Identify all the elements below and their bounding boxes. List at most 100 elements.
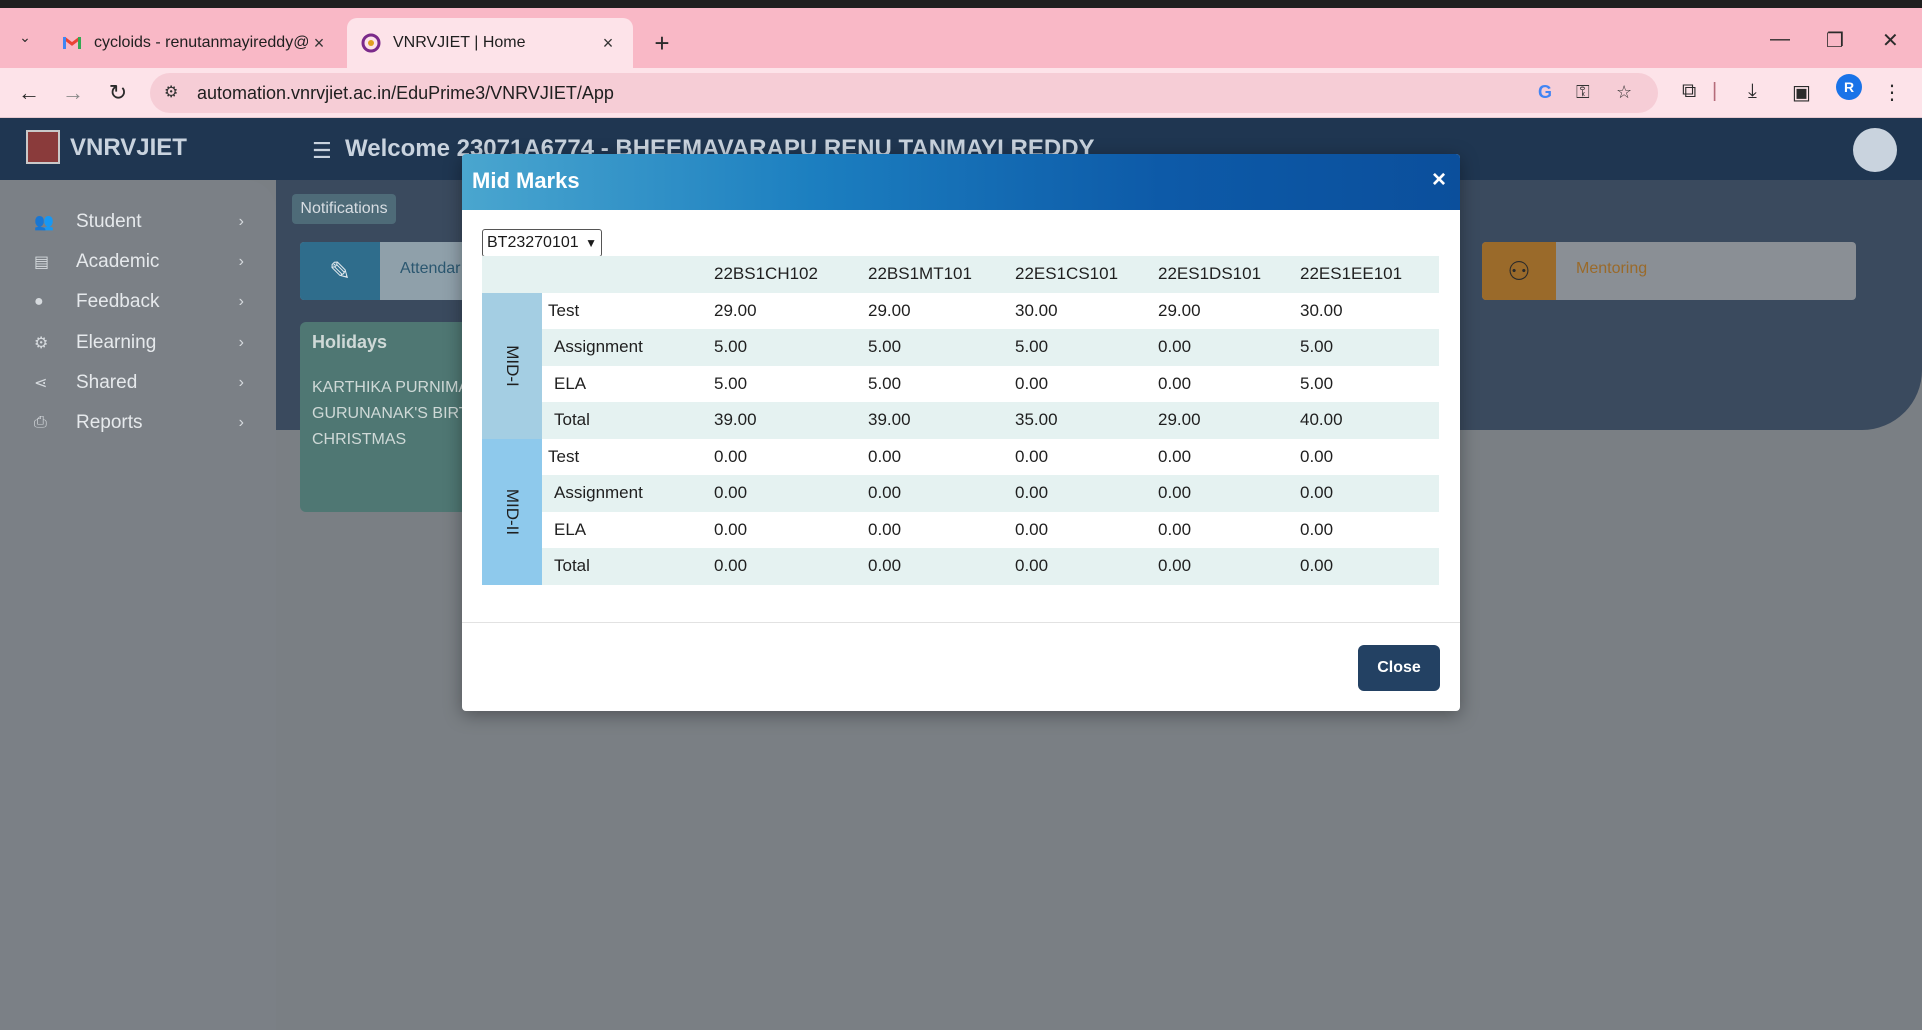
vnrvjiet-favicon-icon bbox=[361, 33, 381, 53]
holiday-item: CHRISTMAS bbox=[312, 431, 407, 448]
mentoring-card[interactable]: ⚇ Mentoring bbox=[1482, 242, 1856, 300]
forward-icon[interactable]: → bbox=[58, 78, 88, 108]
tab-gmail[interactable]: cycloids - renutanmayireddy@ × bbox=[48, 18, 344, 68]
group-name: MID-I bbox=[502, 344, 522, 387]
toolbar-separator: | bbox=[1712, 80, 1718, 102]
column-header: 22BS1CH102 bbox=[708, 256, 862, 293]
new-tab-button[interactable]: + bbox=[645, 26, 679, 60]
row-label: Test bbox=[548, 446, 580, 466]
mark-cell: 0.00 bbox=[868, 519, 902, 539]
mark-cell: 35.00 bbox=[1009, 402, 1152, 439]
mark-cell: 0.00 bbox=[708, 548, 862, 585]
college-logo bbox=[26, 130, 60, 164]
mark-cell: 29.00 bbox=[1152, 402, 1294, 439]
mark-cell: 0.00 bbox=[1158, 373, 1192, 393]
cogs-icon: ⚙ bbox=[34, 335, 49, 352]
mark-cell: 39.00 bbox=[708, 402, 862, 439]
bookmark-star-icon[interactable]: ☆ bbox=[1616, 82, 1632, 103]
password-key-icon[interactable]: ⚿ bbox=[1576, 82, 1590, 103]
restore-icon[interactable]: ❐ bbox=[1826, 28, 1844, 53]
chevron-down-icon: ▼ bbox=[585, 236, 597, 250]
side-panel-icon[interactable]: ▣ bbox=[1792, 80, 1811, 105]
selected-code: BT23270101 bbox=[487, 234, 579, 251]
profile-avatar[interactable]: R bbox=[1836, 74, 1862, 100]
table-row: Assignment 0.00 0.00 0.00 0.00 0.00 bbox=[482, 475, 1439, 512]
mark-cell: 0.00 bbox=[862, 548, 1009, 585]
mark-cell: 0.00 bbox=[1158, 446, 1192, 466]
sidebar-item-shared[interactable]: ⋖ Shared › bbox=[34, 363, 244, 403]
table-header-row: 22BS1CH102 22BS1MT101 22ES1CS101 22ES1DS… bbox=[482, 256, 1439, 293]
holiday-item: GURUNANAK'S BIRT bbox=[312, 405, 469, 422]
chevron-right-icon: › bbox=[238, 414, 244, 431]
google-icon[interactable]: G bbox=[1538, 82, 1552, 103]
table-row: ELA 0.00 0.00 0.00 0.00 0.00 bbox=[482, 512, 1439, 549]
sidebar: 👥 Student › ▤ Academic › ● Feedback › ⚙ … bbox=[0, 180, 276, 1030]
notifications-tab[interactable]: Notifications bbox=[292, 194, 396, 224]
sidebar-item-feedback[interactable]: ● Feedback › bbox=[34, 282, 244, 322]
mark-cell: 0.00 bbox=[1152, 548, 1294, 585]
brand-name: VNRVJIET bbox=[70, 134, 187, 161]
mark-cell: 0.00 bbox=[714, 519, 748, 539]
mark-cell: 30.00 bbox=[1300, 300, 1343, 320]
back-icon[interactable]: ← bbox=[14, 78, 44, 108]
table-row: Total 39.00 39.00 35.00 29.00 40.00 bbox=[482, 402, 1439, 439]
address-bar[interactable]: ⚙ automation.vnrvjiet.ac.in/EduPrime3/VN… bbox=[150, 73, 1658, 113]
more-menu-icon[interactable]: ⋮ bbox=[1882, 80, 1902, 105]
close-icon[interactable]: × bbox=[1432, 168, 1446, 192]
close-window-icon[interactable]: ✕ bbox=[1882, 28, 1899, 53]
hamburger-menu-icon[interactable]: ☰ bbox=[312, 138, 332, 164]
mark-cell: 29.00 bbox=[714, 300, 757, 320]
table-row: ELA 5.00 5.00 0.00 0.00 5.00 bbox=[482, 366, 1439, 403]
modal-title: Mid Marks bbox=[472, 168, 580, 193]
mark-cell: 0.00 bbox=[1294, 548, 1439, 585]
mark-cell: 0.00 bbox=[1294, 475, 1439, 512]
site-info-icon[interactable]: ⚙ bbox=[164, 82, 188, 104]
mentoring-label: Mentoring bbox=[1576, 260, 1648, 277]
close-button[interactable]: Close bbox=[1358, 645, 1440, 691]
mark-cell: 0.00 bbox=[708, 475, 862, 512]
chevron-right-icon: › bbox=[238, 334, 244, 351]
mark-cell: 0.00 bbox=[1152, 329, 1294, 366]
sidebar-item-label: Reports bbox=[76, 412, 143, 433]
row-label: Assignment bbox=[542, 329, 708, 366]
mark-cell: 29.00 bbox=[1158, 300, 1201, 320]
book-icon: ▤ bbox=[34, 254, 50, 271]
sidebar-item-elearning[interactable]: ⚙ Elearning › bbox=[34, 323, 244, 363]
row-label: ELA bbox=[554, 373, 587, 393]
url-text[interactable]: automation.vnrvjiet.ac.in/EduPrime3/VNRV… bbox=[197, 83, 614, 104]
row-label: Total bbox=[542, 548, 708, 585]
group-label-mid-1: MID-I bbox=[482, 292, 542, 439]
mark-cell: 0.00 bbox=[1009, 475, 1152, 512]
sidebar-item-student[interactable]: 👥 Student › bbox=[34, 202, 244, 242]
sidebar-item-reports[interactable]: ⎙ Reports › bbox=[34, 403, 244, 443]
mentoring-icon: ⚇ bbox=[1482, 242, 1556, 300]
mark-cell: 0.00 bbox=[862, 475, 1009, 512]
tab-search-icon[interactable]: ⌄ bbox=[10, 22, 40, 52]
mark-cell: 0.00 bbox=[1015, 519, 1049, 539]
chevron-right-icon: › bbox=[238, 293, 244, 310]
mark-cell: 0.00 bbox=[1015, 373, 1049, 393]
holidays-title: Holidays bbox=[312, 332, 388, 352]
table-row: MID-I Test 29.00 29.00 30.00 29.00 30.00 bbox=[482, 292, 1439, 439]
user-account-icon[interactable] bbox=[1853, 128, 1897, 172]
minimize-icon[interactable]: — bbox=[1770, 28, 1790, 51]
gmail-icon bbox=[63, 36, 81, 49]
sidebar-item-academic[interactable]: ▤ Academic › bbox=[34, 242, 244, 282]
reload-icon[interactable]: ↻ bbox=[103, 78, 133, 108]
mark-cell: 0.00 bbox=[1015, 446, 1049, 466]
tab-close-icon[interactable]: × bbox=[597, 33, 619, 54]
sidebar-item-label: Feedback bbox=[76, 291, 160, 312]
course-code-select[interactable]: BT23270101 ▼ bbox=[482, 229, 602, 257]
group-label-mid-2: MID-II bbox=[482, 438, 542, 585]
extensions-icon[interactable]: ⧉ bbox=[1682, 80, 1696, 103]
download-icon[interactable]: ⤓ bbox=[1748, 80, 1757, 103]
group-name: MID-II bbox=[503, 488, 522, 535]
window-top-strip bbox=[0, 0, 1922, 8]
sidebar-item-label: Student bbox=[76, 211, 142, 232]
tab-vnrvjiet[interactable]: VNRVJIET | Home × bbox=[347, 18, 633, 68]
mark-cell: 5.00 bbox=[1300, 373, 1334, 393]
tab-close-icon[interactable]: × bbox=[308, 33, 330, 54]
holidays-card: Holidays KARTHIKA PURNIMA GURUNANAK'S BI… bbox=[300, 322, 470, 512]
mark-cell: 0.00 bbox=[1009, 548, 1152, 585]
table-row: Assignment 5.00 5.00 5.00 0.00 5.00 bbox=[482, 329, 1439, 366]
